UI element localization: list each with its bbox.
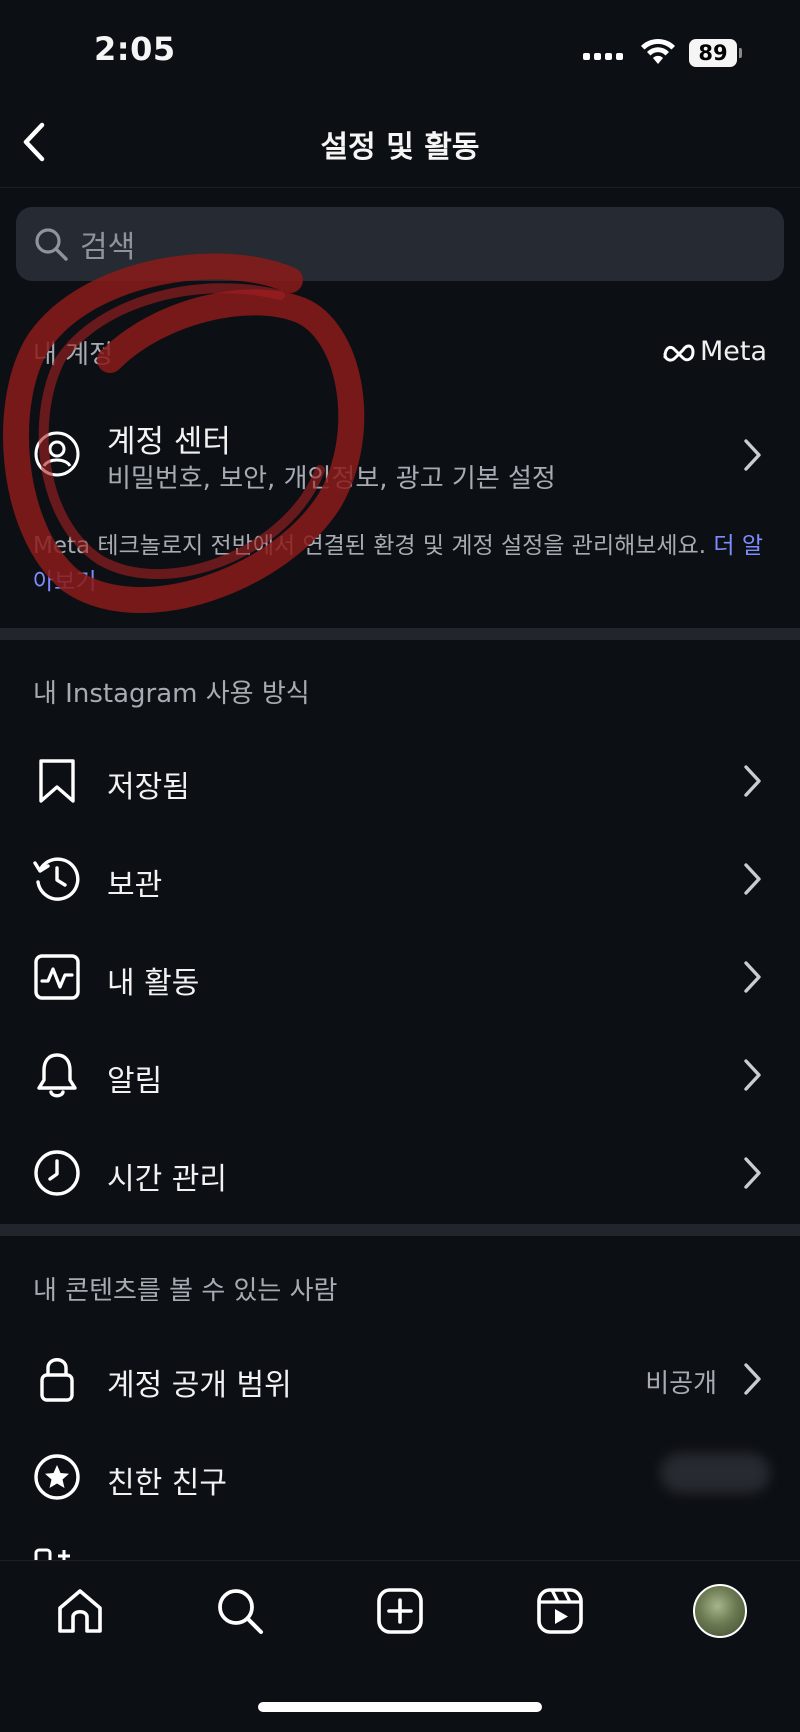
search-icon	[35, 228, 68, 261]
home-indicator[interactable]	[258, 1702, 542, 1712]
chevron-right-icon	[744, 765, 761, 797]
chevron-right-icon	[744, 439, 761, 471]
battery-icon: 89	[689, 39, 742, 67]
menu-item-saved[interactable]: 저장됨	[0, 732, 800, 830]
reels-icon	[537, 1588, 583, 1634]
tab-search[interactable]	[212, 1583, 268, 1639]
menu-item-label: 내 활동	[107, 966, 200, 1001]
section-label-account: 내 계정	[33, 340, 114, 370]
bookmark-icon	[31, 755, 83, 807]
chevron-right-icon	[744, 863, 761, 895]
search-input[interactable]: 검색	[16, 207, 784, 281]
menu-item-label: 알림	[107, 1064, 163, 1099]
home-icon	[58, 1589, 102, 1633]
status-time: 2:05	[94, 30, 176, 68]
clock-icon	[31, 1147, 83, 1199]
menu-item-account-privacy[interactable]: 계정 공개 범위 비공개	[0, 1330, 800, 1428]
star-circle-icon	[31, 1451, 83, 1503]
menu-item-time-management[interactable]: 시간 관리	[0, 1124, 800, 1222]
lock-icon	[31, 1353, 83, 1405]
section-divider	[0, 1224, 800, 1236]
search-placeholder: 검색	[80, 230, 136, 265]
status-bar: 2:05 89	[0, 0, 800, 100]
account-center-title: 계정 센터	[107, 424, 231, 460]
blurred-value	[660, 1453, 770, 1493]
section-divider	[0, 628, 800, 640]
nav-header: 설정 및 활동	[0, 100, 800, 188]
menu-item-label: 친한 친구	[107, 1466, 227, 1501]
account-center-description: Meta 테크놀로지 전반에서 연결된 환경 및 계정 설정을 관리해보세요. …	[33, 528, 773, 600]
meta-logo: Meta	[662, 336, 767, 367]
chevron-right-icon	[744, 1157, 761, 1189]
tab-reels[interactable]	[532, 1583, 588, 1639]
battery-level: 89	[689, 39, 737, 67]
menu-item-archive[interactable]: 보관	[0, 830, 800, 928]
section-label-usage: 내 Instagram 사용 방식	[33, 679, 310, 709]
create-icon	[377, 1588, 423, 1634]
menu-item-label: 시간 관리	[107, 1162, 227, 1197]
tab-create[interactable]	[372, 1583, 428, 1639]
account-center-row[interactable]: 계정 센터 비밀번호, 보안, 개인정보, 광고 기본 설정	[0, 400, 800, 510]
menu-item-label: 보관	[107, 868, 163, 903]
archive-history-icon	[31, 853, 83, 905]
menu-item-notifications[interactable]: 알림	[0, 1026, 800, 1124]
chevron-right-icon	[744, 961, 761, 993]
tab-home[interactable]	[52, 1583, 108, 1639]
account-center-subtitle: 비밀번호, 보안, 개인정보, 광고 기본 설정	[107, 464, 556, 494]
chevron-right-icon	[744, 1059, 761, 1091]
description-text: Meta 테크놀로지 전반에서 연결된 환경 및 계정 설정을 관리해보세요.	[33, 533, 707, 559]
section-label-content-visibility: 내 콘텐츠를 볼 수 있는 사람	[33, 1276, 338, 1306]
wifi-icon	[641, 38, 675, 64]
chevron-right-icon	[744, 1363, 761, 1395]
cellular-signal-icon	[583, 48, 625, 66]
menu-item-label: 저장됨	[107, 770, 190, 805]
menu-item-label: 계정 공개 범위	[107, 1368, 292, 1403]
meta-brand-text: Meta	[699, 336, 767, 367]
privacy-value: 비공개	[645, 1369, 717, 1399]
profile-avatar	[693, 1584, 747, 1638]
search-icon	[218, 1589, 263, 1634]
menu-item-activity[interactable]: 내 활동	[0, 928, 800, 1026]
meta-infinity-icon	[663, 344, 695, 362]
tab-profile[interactable]	[692, 1583, 748, 1639]
account-center-icon	[31, 428, 83, 480]
page-title: 설정 및 활동	[320, 130, 480, 165]
activity-icon	[31, 951, 83, 1003]
bell-icon	[31, 1049, 83, 1101]
